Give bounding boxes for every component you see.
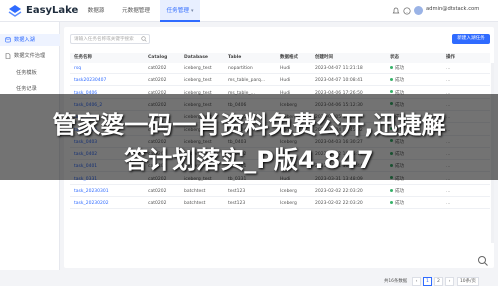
table-cell: Iceberg — [280, 201, 297, 207]
table-cell: 2023-04-07 10:08:41 — [315, 78, 363, 84]
pagination-prev-button[interactable]: ‹ — [412, 277, 421, 286]
user-email[interactable]: admin@dtstack.com — [426, 6, 479, 12]
bell-icon[interactable] — [392, 7, 400, 15]
column-header: 任务名称 — [74, 55, 92, 60]
search-icon[interactable] — [141, 36, 147, 42]
table-header: 任务名称 Catalog Database Table 数据格式 创建时间 状态… — [70, 53, 490, 63]
task-name-link[interactable]: task_20230301 — [74, 186, 109, 197]
create-ingest-task-button[interactable]: 新建入湖任务 — [452, 34, 490, 44]
overlay-headline: 管家婆一码一肖资料免费公开,迅捷解 — [52, 111, 446, 139]
table-cell: 2023-04-07 11:21:18 — [315, 66, 363, 71]
table-cell: batchtest — [184, 189, 206, 194]
column-header: 操作 — [446, 55, 455, 60]
file-icon — [5, 53, 11, 59]
zoom-icon[interactable] — [476, 253, 490, 267]
status-dot-icon — [390, 188, 393, 192]
status-badge: 成功 — [390, 63, 404, 74]
status-text: 成功 — [395, 189, 404, 194]
table-cell: Hudi — [280, 78, 291, 84]
status-text: 成功 — [395, 78, 404, 84]
table-cell: cat0202 — [148, 78, 167, 84]
nav-metadata[interactable]: 元数据管理 — [113, 0, 159, 22]
table-cell: Hudi — [280, 66, 291, 71]
status-dot-icon — [390, 65, 393, 69]
column-header: Table — [228, 55, 242, 60]
top-bar: EasyLake 数据源 元数据管理 任务管理 ▾ admin@dtstack.c… — [0, 0, 498, 22]
nav-label: 任务管理 — [166, 8, 189, 14]
sidebar-item-task-template[interactable]: 任务模板 — [0, 67, 60, 79]
status-dot-icon — [390, 200, 393, 204]
nav-label: 元数据管理 — [122, 8, 150, 14]
table-cell: nopartition — [228, 66, 253, 71]
page-size-select[interactable]: 10条/页 — [457, 277, 479, 286]
table-cell: iceberg_test — [184, 66, 212, 71]
table-cell: cat0202 — [148, 201, 167, 207]
table-cell: 2023-02-02 22:03:20 — [315, 201, 363, 207]
table-cell: batchtest — [184, 201, 206, 207]
more-actions-button[interactable]: … — [446, 63, 451, 74]
magnifier-icon — [478, 256, 488, 266]
status-badge: 成功 — [390, 186, 404, 197]
table-cell: iceberg_test — [184, 78, 212, 84]
status-text: 成功 — [395, 66, 404, 71]
sidebar-item-data-ingest[interactable]: 数据入湖 — [0, 34, 60, 46]
column-header: Database — [184, 55, 208, 60]
table-row: task_20230301 cat0202 batchtest test123 Iceb… — [70, 186, 490, 197]
more-actions-button[interactable]: … — [446, 198, 451, 209]
table-cell: 2023-02-02 22:03:20 — [315, 189, 363, 194]
pagination-page-1[interactable]: 1 — [423, 277, 432, 286]
table-row: task20230407 cat0202 iceberg_test ms_table_… — [70, 75, 490, 87]
table-cell: Iceberg — [280, 189, 297, 194]
easylake-logo-icon — [8, 5, 22, 17]
app-name: EasyLake — [26, 5, 79, 16]
column-header: 状态 — [390, 55, 399, 60]
avatar[interactable] — [414, 6, 423, 15]
status-badge: 成功 — [390, 75, 404, 86]
status-text: 成功 — [395, 201, 404, 207]
chevron-down-icon: ▾ — [190, 8, 194, 14]
pagination-page-2[interactable]: 2 — [434, 277, 443, 286]
table-cell: test123 — [228, 189, 246, 194]
table-row: rsq cat0202 iceberg_test nopartition Hudi 202… — [70, 63, 490, 74]
column-header: Catalog — [148, 55, 168, 60]
table-cell: cat0202 — [148, 66, 167, 71]
pagination-next-button[interactable]: › — [445, 277, 454, 286]
more-actions-button[interactable]: … — [446, 186, 451, 197]
nav-datasource[interactable]: 数据源 — [80, 0, 112, 22]
column-header: 数据格式 — [280, 55, 298, 60]
pagination-total: 共16条数据 — [384, 279, 408, 284]
sidebar-item-file-governance[interactable]: 数据文件治理 — [0, 50, 60, 62]
nav-label: 数据源 — [87, 8, 105, 14]
sidebar-item-label: 任务模板 — [16, 70, 37, 76]
table-cell: cat0202 — [148, 189, 167, 194]
nav-task-management[interactable]: 任务管理 ▾ — [160, 0, 200, 22]
sidebar-item-label: 数据入湖 — [14, 37, 35, 43]
task-name-link[interactable]: task_20230202 — [74, 198, 109, 209]
table-cell: test123 — [228, 201, 246, 207]
sidebar-item-label: 数据文件治理 — [14, 53, 46, 59]
status-dot-icon — [390, 90, 393, 94]
search-box[interactable] — [70, 34, 150, 44]
status-dot-icon — [390, 77, 393, 81]
more-actions-button[interactable]: … — [446, 75, 451, 86]
status-badge: 成功 — [390, 198, 404, 209]
table-row: task_20230202 cat0202 batchtest test123 Iceb… — [70, 198, 490, 210]
task-name-link[interactable]: rsq — [74, 63, 81, 74]
table-cell: ms_table_parq... — [228, 78, 266, 84]
task-name-link[interactable]: task20230407 — [74, 75, 106, 86]
search-input[interactable] — [71, 35, 140, 43]
column-header: 创建时间 — [315, 55, 333, 60]
help-icon[interactable] — [403, 7, 411, 15]
overlay-subheadline: 答计划落实_P版4.847 — [124, 146, 374, 174]
database-icon — [5, 37, 11, 43]
